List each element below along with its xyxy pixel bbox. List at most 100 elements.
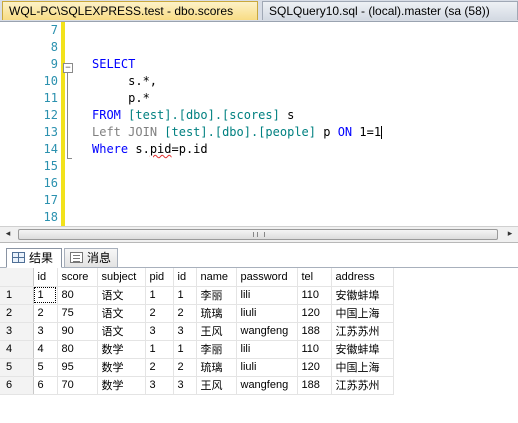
table-cell[interactable]: 琉璃 — [196, 304, 237, 323]
column-header-name[interactable]: name — [196, 268, 237, 287]
table-cell[interactable]: 数学 — [97, 376, 146, 395]
table-cell[interactable]: wangfeng — [236, 322, 298, 341]
table-cell[interactable]: 2 — [145, 304, 174, 323]
table-cell[interactable]: 80 — [57, 286, 98, 305]
editor-horizontal-scrollbar[interactable]: ◂ ▸ — [0, 226, 518, 243]
table-row[interactable]: 6 6 70 数学 3 3 王风 wangfeng 188 江苏苏州 — [0, 376, 394, 395]
table-cell[interactable]: 110 — [297, 340, 332, 359]
table-cell[interactable]: liuli — [236, 358, 298, 377]
table-row[interactable]: 1 1 80 语文 1 1 李丽 lili 110 安徽蚌埠 — [0, 286, 394, 305]
table-cell[interactable]: 3 — [145, 322, 174, 341]
query-editor[interactable]: 7 8 9 10 11 12 13 14 15 16 17 18 − SELEC… — [0, 22, 518, 226]
table-cell[interactable]: 2 — [33, 304, 58, 323]
table-cell[interactable]: liuli — [236, 304, 298, 323]
table-cell[interactable]: 江苏苏州 — [331, 376, 394, 395]
table-cell[interactable]: 120 — [297, 304, 332, 323]
table-cell[interactable]: 语文 — [97, 304, 146, 323]
results-grid[interactable]: id score subject pid id name password te… — [0, 268, 518, 423]
column-header-score[interactable]: score — [57, 268, 98, 287]
keyword-from: FROM — [92, 108, 121, 122]
code-line-13: Left JOIN [test].[dbo].[people] p ON 1=1 — [92, 124, 383, 141]
table-cell[interactable]: 1 — [173, 340, 197, 359]
table-row[interactable]: 3 3 90 语文 3 3 王风 wangfeng 188 江苏苏州 — [0, 322, 394, 341]
table-cell[interactable]: 江苏苏州 — [331, 322, 394, 341]
table-cell[interactable]: 安徽蚌埠 — [331, 340, 394, 359]
column-header-id[interactable]: id — [33, 268, 58, 287]
table-identifier: [test].[dbo].[scores] — [128, 108, 280, 122]
code-line-9: SELECT — [92, 56, 382, 73]
row-number[interactable]: 1 — [0, 286, 34, 305]
table-cell[interactable]: 王风 — [196, 376, 237, 395]
table-cell[interactable]: 数学 — [97, 358, 146, 377]
table-cell[interactable]: 120 — [297, 358, 332, 377]
table-cell[interactable]: lili — [236, 286, 298, 305]
table-cell[interactable]: 80 — [57, 340, 98, 359]
table-cell[interactable]: 188 — [297, 322, 332, 341]
table-row[interactable]: 4 4 80 数学 1 1 李丽 lili 110 安徽蚌埠 — [0, 340, 394, 359]
code-line-10: s.*, — [92, 73, 382, 90]
table-cell[interactable]: 中国上海 — [331, 358, 394, 377]
table-cell[interactable]: wangfeng — [236, 376, 298, 395]
table-cell[interactable]: 3 — [33, 322, 58, 341]
tab-scores-table[interactable]: WQL-PC\SQLEXPRESS.test - dbo.scores — [2, 1, 258, 20]
table-cell[interactable]: 70 — [57, 376, 98, 395]
change-tracking-bar — [61, 22, 65, 226]
table-cell[interactable]: 王风 — [196, 322, 237, 341]
tab-messages[interactable]: 消息 — [64, 248, 118, 267]
code-area[interactable]: SELECT s.*, p.* FROM [test].[dbo].[score… — [92, 22, 383, 158]
table-cell[interactable]: 琉璃 — [196, 358, 237, 377]
table-row[interactable]: 2 2 75 语文 2 2 琉璃 liuli 120 中国上海 — [0, 304, 394, 323]
table-cell[interactable]: 5 — [33, 358, 58, 377]
code-line-14: Where s.pid=p.id — [92, 141, 382, 158]
table-cell[interactable]: 6 — [33, 376, 58, 395]
table-cell[interactable]: 3 — [145, 376, 174, 395]
table-cell[interactable]: 4 — [33, 340, 58, 359]
table-cell[interactable]: 90 — [57, 322, 98, 341]
table-cell[interactable]: 数学 — [97, 340, 146, 359]
results-grid-icon — [12, 252, 25, 263]
tab-results[interactable]: 结果 — [6, 248, 62, 268]
column-header-pid[interactable]: pid — [145, 268, 174, 287]
table-identifier: [test].[dbo].[people] — [164, 125, 316, 139]
table-cell[interactable]: 1 — [173, 286, 197, 305]
table-cell[interactable]: lili — [236, 340, 298, 359]
row-number[interactable]: 5 — [0, 358, 34, 377]
table-cell[interactable]: 1 — [33, 286, 58, 305]
table-cell[interactable]: 3 — [173, 322, 197, 341]
line-number: 11 — [43, 91, 58, 105]
table-cell[interactable]: 李丽 — [196, 340, 237, 359]
collapse-toggle-icon[interactable]: − — [63, 63, 73, 73]
table-cell[interactable]: 中国上海 — [331, 304, 394, 323]
line-number: 16 — [43, 176, 58, 190]
row-number[interactable]: 3 — [0, 322, 34, 341]
table-cell[interactable]: 110 — [297, 286, 332, 305]
scroll-left-arrow-icon[interactable]: ◂ — [0, 227, 16, 242]
column-header-subject[interactable]: subject — [97, 268, 146, 287]
table-cell[interactable]: 2 — [173, 304, 197, 323]
table-cell[interactable]: 188 — [297, 376, 332, 395]
table-cell[interactable]: 李丽 — [196, 286, 237, 305]
table-cell[interactable]: 75 — [57, 304, 98, 323]
scrollbar-thumb[interactable] — [18, 229, 498, 240]
table-cell[interactable]: 1 — [145, 286, 174, 305]
table-cell[interactable]: 3 — [173, 376, 197, 395]
row-number[interactable]: 6 — [0, 376, 34, 395]
column-header-address[interactable]: address — [331, 268, 394, 287]
table-row[interactable]: 5 5 95 数学 2 2 琉璃 liuli 120 中国上海 — [0, 358, 394, 377]
row-number[interactable]: 4 — [0, 340, 34, 359]
table-cell[interactable]: 2 — [145, 358, 174, 377]
table-cell[interactable]: 95 — [57, 358, 98, 377]
table-cell[interactable]: 1 — [145, 340, 174, 359]
table-cell[interactable]: 安徽蚌埠 — [331, 286, 394, 305]
table-cell[interactable]: 语文 — [97, 322, 146, 341]
scroll-right-arrow-icon[interactable]: ▸ — [502, 227, 518, 242]
tab-sqlquery10[interactable]: SQLQuery10.sql - (local).master (sa (58)… — [262, 1, 518, 20]
column-header-password[interactable]: password — [236, 268, 298, 287]
column-header-id[interactable]: id — [173, 268, 197, 287]
table-cell[interactable]: 语文 — [97, 286, 146, 305]
table-cell[interactable]: 2 — [173, 358, 197, 377]
column-header-tel[interactable]: tel — [297, 268, 332, 287]
row-number[interactable]: 2 — [0, 304, 34, 323]
